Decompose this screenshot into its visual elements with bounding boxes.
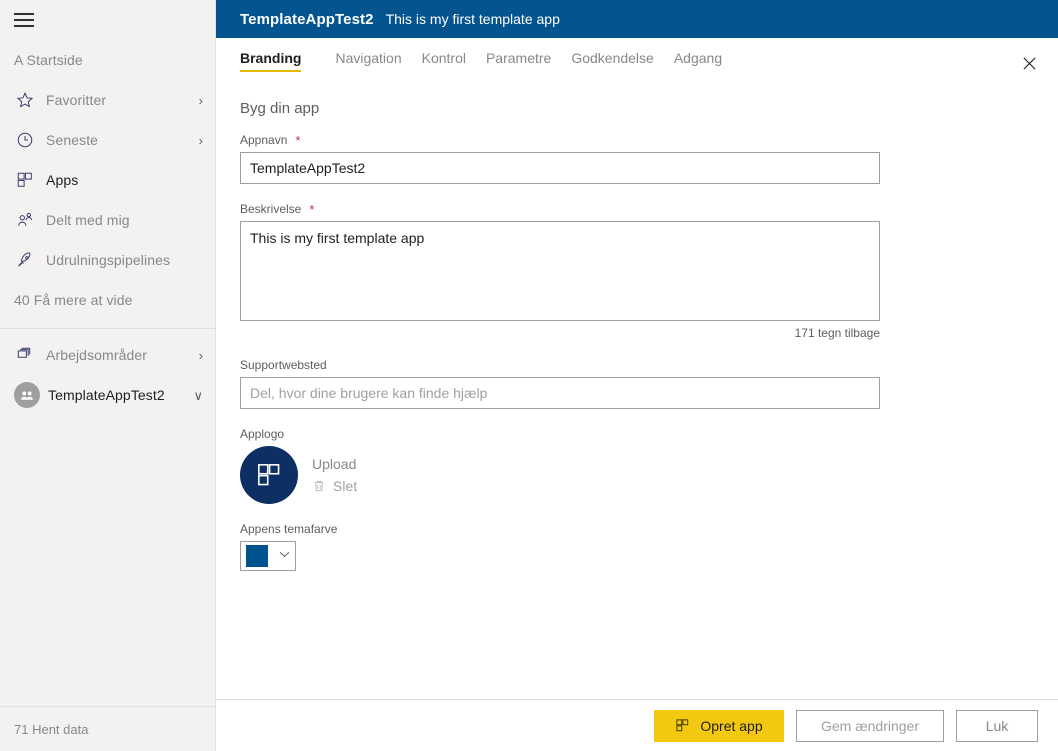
field-temafarve: Appens temafarve: [240, 522, 1058, 571]
sidebar-item-label: 40 Få mere at vide: [14, 292, 133, 308]
temafarve-label-row: Appens temafarve: [240, 522, 1058, 536]
tab-navigation[interactable]: Navigation: [329, 50, 407, 72]
chevron-right-icon[interactable]: ›: [199, 349, 203, 362]
app-name-input[interactable]: [240, 152, 880, 184]
field-beskrivelse: Beskrivelse * 171 tegn tilbage: [240, 202, 1058, 340]
tab-branding[interactable]: Branding: [240, 50, 307, 72]
delete-logo-label: Slet: [333, 478, 357, 494]
sidebar-item-favoritter[interactable]: Favoritter ›: [0, 80, 215, 120]
hamburger-icon[interactable]: [14, 13, 34, 27]
tab-label: Branding: [240, 50, 301, 66]
required-asterisk: *: [309, 203, 314, 216]
clock-icon: [14, 129, 36, 151]
chevron-right-icon[interactable]: ›: [199, 134, 203, 147]
description-textarea[interactable]: [240, 221, 880, 321]
sidebar-item-delt-med-mig[interactable]: Delt med mig: [0, 200, 215, 240]
tab-bar: Branding Navigation Kontrol Parametre Go…: [216, 38, 1058, 86]
sidebar-item-label: Udrulningspipelines: [46, 252, 170, 268]
sidebar-item-arbejdsomraader[interactable]: Arbejdsområder ›: [0, 335, 215, 375]
tab-adgang[interactable]: Adgang: [668, 50, 728, 72]
appnavn-label: Appnavn: [240, 133, 287, 147]
sidebar-get-data[interactable]: 71 Hent data: [0, 706, 215, 751]
page-title: TemplateAppTest2: [240, 11, 374, 28]
beskrivelse-label: Beskrivelse: [240, 202, 301, 216]
char-count-label: 171 tegn tilbage: [240, 326, 880, 340]
apps-grid-icon: [14, 169, 36, 191]
appnavn-label-row: Appnavn *: [240, 133, 1058, 147]
page-subtitle: This is my first template app: [386, 11, 560, 27]
chevron-right-icon[interactable]: ›: [199, 94, 203, 107]
color-swatch: [246, 545, 268, 567]
apps-grid-icon: [675, 718, 690, 733]
sidebar: A Startside Favoritter › Seneste ›: [0, 0, 216, 751]
sidebar-item-apps[interactable]: Apps: [0, 160, 215, 200]
delete-logo-button[interactable]: Slet: [312, 478, 357, 494]
create-app-label: Opret app: [700, 718, 762, 734]
avatar: [240, 446, 298, 504]
section-title: Byg din app: [240, 100, 1058, 117]
save-changes-button[interactable]: Gem ændringer: [796, 710, 944, 742]
support-site-input[interactable]: [240, 377, 880, 409]
main-panel: TemplateAppTest2 This is my first templa…: [216, 0, 1058, 751]
close-button[interactable]: Luk: [956, 710, 1038, 742]
tab-label: Parametre: [486, 50, 551, 66]
sidebar-item-label: Arbejdsområder: [46, 347, 147, 363]
close-button-label: Luk: [986, 718, 1009, 734]
required-asterisk: *: [295, 134, 300, 147]
save-changes-label: Gem ændringer: [821, 718, 919, 734]
theme-color-picker[interactable]: [240, 541, 296, 571]
app-root: A Startside Favoritter › Seneste ›: [0, 0, 1058, 751]
star-icon: [14, 89, 36, 111]
field-supportwebsted: Supportwebsted: [240, 358, 1058, 409]
beskrivelse-label-row: Beskrivelse *: [240, 202, 1058, 216]
footer-actions: Opret app Gem ændringer Luk: [216, 699, 1058, 751]
applogo-actions: Upload Slet: [312, 456, 357, 494]
sidebar-item-label: TemplateAppTest2: [48, 387, 165, 403]
workspace-avatar: [14, 382, 40, 408]
sidebar-item-current-workspace[interactable]: TemplateAppTest2 ∨: [0, 375, 215, 415]
branding-form: Byg din app Appnavn * Beskrivelse * 171 …: [216, 86, 1058, 699]
sidebar-get-data-label: 71 Hent data: [14, 722, 88, 737]
tab-label: Kontrol: [422, 50, 466, 66]
tab-label: Navigation: [335, 50, 401, 66]
sidebar-item-label: Favoritter: [46, 92, 106, 108]
tab-parametre[interactable]: Parametre: [480, 50, 557, 72]
chevron-down-icon[interactable]: ∨: [193, 389, 203, 402]
field-applogo: Applogo Upload: [240, 427, 1058, 504]
tab-godkendelse[interactable]: Godkendelse: [565, 50, 660, 72]
supportwebsted-label: Supportwebsted: [240, 358, 327, 372]
sidebar-item-startside[interactable]: A Startside: [0, 40, 215, 80]
supportwebsted-label-row: Supportwebsted: [240, 358, 1058, 372]
sidebar-item-label: A Startside: [14, 52, 83, 68]
sidebar-header: [0, 0, 215, 40]
create-app-button[interactable]: Opret app: [654, 710, 784, 742]
close-icon[interactable]: [1016, 50, 1042, 76]
sidebar-item-label: Apps: [46, 172, 78, 188]
shared-with-me-icon: [14, 209, 36, 231]
chevron-down-icon[interactable]: [279, 551, 290, 561]
app-header: TemplateAppTest2 This is my first templa…: [216, 0, 1058, 38]
rocket-icon: [14, 249, 36, 271]
sidebar-item-seneste[interactable]: Seneste ›: [0, 120, 215, 160]
sidebar-item-label: Delt med mig: [46, 212, 130, 228]
sidebar-item-udrulningspipelines[interactable]: Udrulningspipelines: [0, 240, 215, 280]
tab-label: Godkendelse: [571, 50, 654, 66]
applogo-row: Upload Slet: [240, 446, 1058, 504]
tab-kontrol[interactable]: Kontrol: [416, 50, 472, 72]
sidebar-item-label: Seneste: [46, 132, 98, 148]
tab-label: Adgang: [674, 50, 722, 66]
temafarve-label: Appens temafarve: [240, 522, 337, 536]
upload-logo-button[interactable]: Upload: [312, 456, 357, 472]
applogo-label-row: Applogo: [240, 427, 1058, 441]
sidebar-item-faa-mere-at-vide[interactable]: 40 Få mere at vide: [0, 280, 215, 320]
sidebar-divider: [0, 328, 215, 329]
trash-icon: [312, 479, 326, 493]
workspaces-icon: [14, 344, 36, 366]
applogo-label: Applogo: [240, 427, 284, 441]
field-appnavn: Appnavn *: [240, 133, 1058, 184]
